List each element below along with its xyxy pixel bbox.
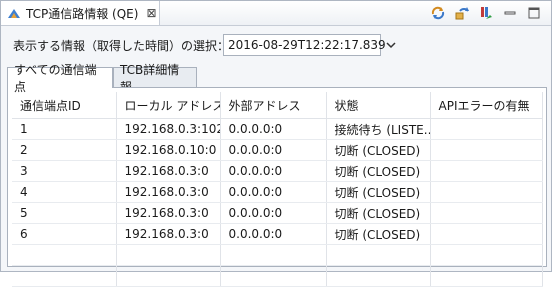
column-header[interactable]: APIエラーの有無 — [430, 92, 543, 119]
tcp-view-icon — [6, 5, 22, 21]
cell-id: 4 — [12, 181, 117, 203]
cell-id: 6 — [12, 223, 117, 245]
cell-remote-address: 0.0.0.0:0 — [220, 160, 327, 182]
cell-local-address: 192.168.0.3:0 — [116, 202, 221, 224]
tab-bar: すべての通信端点 TCB詳細情報 — [7, 63, 547, 94]
time-select[interactable]: 2016-08-29T12:22:17.839 — [223, 34, 396, 56]
tab-all-endpoints[interactable]: すべての通信端点 — [7, 63, 113, 94]
column-header[interactable]: 状態 — [326, 92, 431, 119]
cell-api-error — [430, 160, 543, 182]
cell-state: 切断 (CLOSED) — [326, 160, 431, 182]
cell-state: 切断 (CLOSED) — [326, 139, 431, 161]
cell-state: 切断 (CLOSED) — [326, 202, 431, 224]
table-row[interactable]: 6 192.168.0.3:0 0.0.0.0:0 切断 (CLOSED) — [12, 223, 543, 245]
view-menu-icon[interactable] — [477, 4, 495, 22]
cell-api-error — [430, 223, 543, 245]
cell-remote-address: 0.0.0.0:0 — [220, 139, 327, 161]
view-header: TCP通信路情報 (QE) ⊠ — [1, 1, 551, 26]
cell-local-address: 192.168.0.10:0 — [116, 139, 221, 161]
minimize-icon[interactable] — [501, 4, 519, 22]
table-header-row: 通信端点ID ローカル アドレス 外部アドレス 状態 APIエラーの有無 — [12, 92, 543, 119]
endpoints-table: 通信端点ID ローカル アドレス 外部アドレス 状態 APIエラーの有無 1 1… — [12, 92, 543, 287]
view-title: TCP通信路情報 (QE) — [26, 6, 139, 21]
cell-api-error — [430, 139, 543, 161]
table-row[interactable]: 1 192.168.0.3:1024 0.0.0.0:0 接続待ち (LISTE… — [12, 118, 543, 140]
time-select-value: 2016-08-29T12:22:17.839 — [228, 38, 386, 52]
table-row-empty — [12, 265, 543, 287]
column-header[interactable]: ローカル アドレス — [116, 92, 221, 119]
cell-id: 1 — [12, 118, 117, 140]
chevron-down-icon[interactable] — [386, 40, 396, 50]
refresh-all-icon[interactable] — [429, 4, 447, 22]
cell-api-error — [430, 181, 543, 203]
cell-api-error — [430, 202, 543, 224]
cell-remote-address: 0.0.0.0:0 — [220, 181, 327, 203]
table-row[interactable]: 2 192.168.0.10:0 0.0.0.0:0 切断 (CLOSED) — [12, 139, 543, 161]
table-row[interactable]: 4 192.168.0.3:0 0.0.0.0:0 切断 (CLOSED) — [12, 181, 543, 203]
table-row[interactable]: 3 192.168.0.3:0 0.0.0.0:0 切断 (CLOSED) — [12, 160, 543, 182]
cell-local-address: 192.168.0.3:0 — [116, 181, 221, 203]
time-selector-label: 表示する情報（取得した時間）の選択： — [13, 39, 230, 53]
cell-id: 2 — [12, 139, 117, 161]
cell-remote-address: 0.0.0.0:0 — [220, 118, 327, 140]
cell-api-error — [430, 118, 543, 140]
maximize-icon[interactable] — [525, 4, 543, 22]
endpoints-panel: 通信端点ID ローカル アドレス 外部アドレス 状態 APIエラーの有無 1 1… — [7, 87, 547, 287]
column-header[interactable]: 通信端点ID — [12, 92, 117, 119]
tab-label: すべての通信端点 — [14, 63, 97, 94]
time-selector-row: 表示する情報（取得した時間）の選択： — [13, 37, 229, 54]
refresh-icon[interactable] — [453, 4, 471, 22]
cell-local-address: 192.168.0.3:0 — [116, 223, 221, 245]
close-icon[interactable]: ⊠ — [146, 6, 156, 20]
cell-local-address: 192.168.0.3:0 — [116, 160, 221, 182]
view-tab[interactable]: TCP通信路情報 (QE) ⊠ — [1, 1, 160, 25]
tab-folder: すべての通信端点 TCB詳細情報 通信端点ID ローカル アドレス 外部アドレス… — [7, 63, 547, 287]
cell-local-address: 192.168.0.3:1024 — [116, 118, 221, 140]
cell-state: 接続待ち (LISTE... — [326, 118, 431, 140]
cell-id: 5 — [12, 202, 117, 224]
cell-state: 切断 (CLOSED) — [326, 223, 431, 245]
view-toolbar — [429, 4, 543, 22]
tcp-info-view: TCP通信路情報 (QE) ⊠ 表示する情報（取得した時間）の選択： 2016-… — [0, 0, 552, 287]
table-row[interactable]: 5 192.168.0.3:0 0.0.0.0:0 切断 (CLOSED) — [12, 202, 543, 224]
cell-state: 切断 (CLOSED) — [326, 181, 431, 203]
cell-id: 3 — [12, 160, 117, 182]
tab-tcb-details[interactable]: TCB詳細情報 — [113, 63, 197, 94]
table-row-empty — [12, 244, 543, 266]
cell-remote-address: 0.0.0.0:0 — [220, 223, 327, 245]
column-header[interactable]: 外部アドレス — [220, 92, 327, 119]
cell-remote-address: 0.0.0.0:0 — [220, 202, 327, 224]
